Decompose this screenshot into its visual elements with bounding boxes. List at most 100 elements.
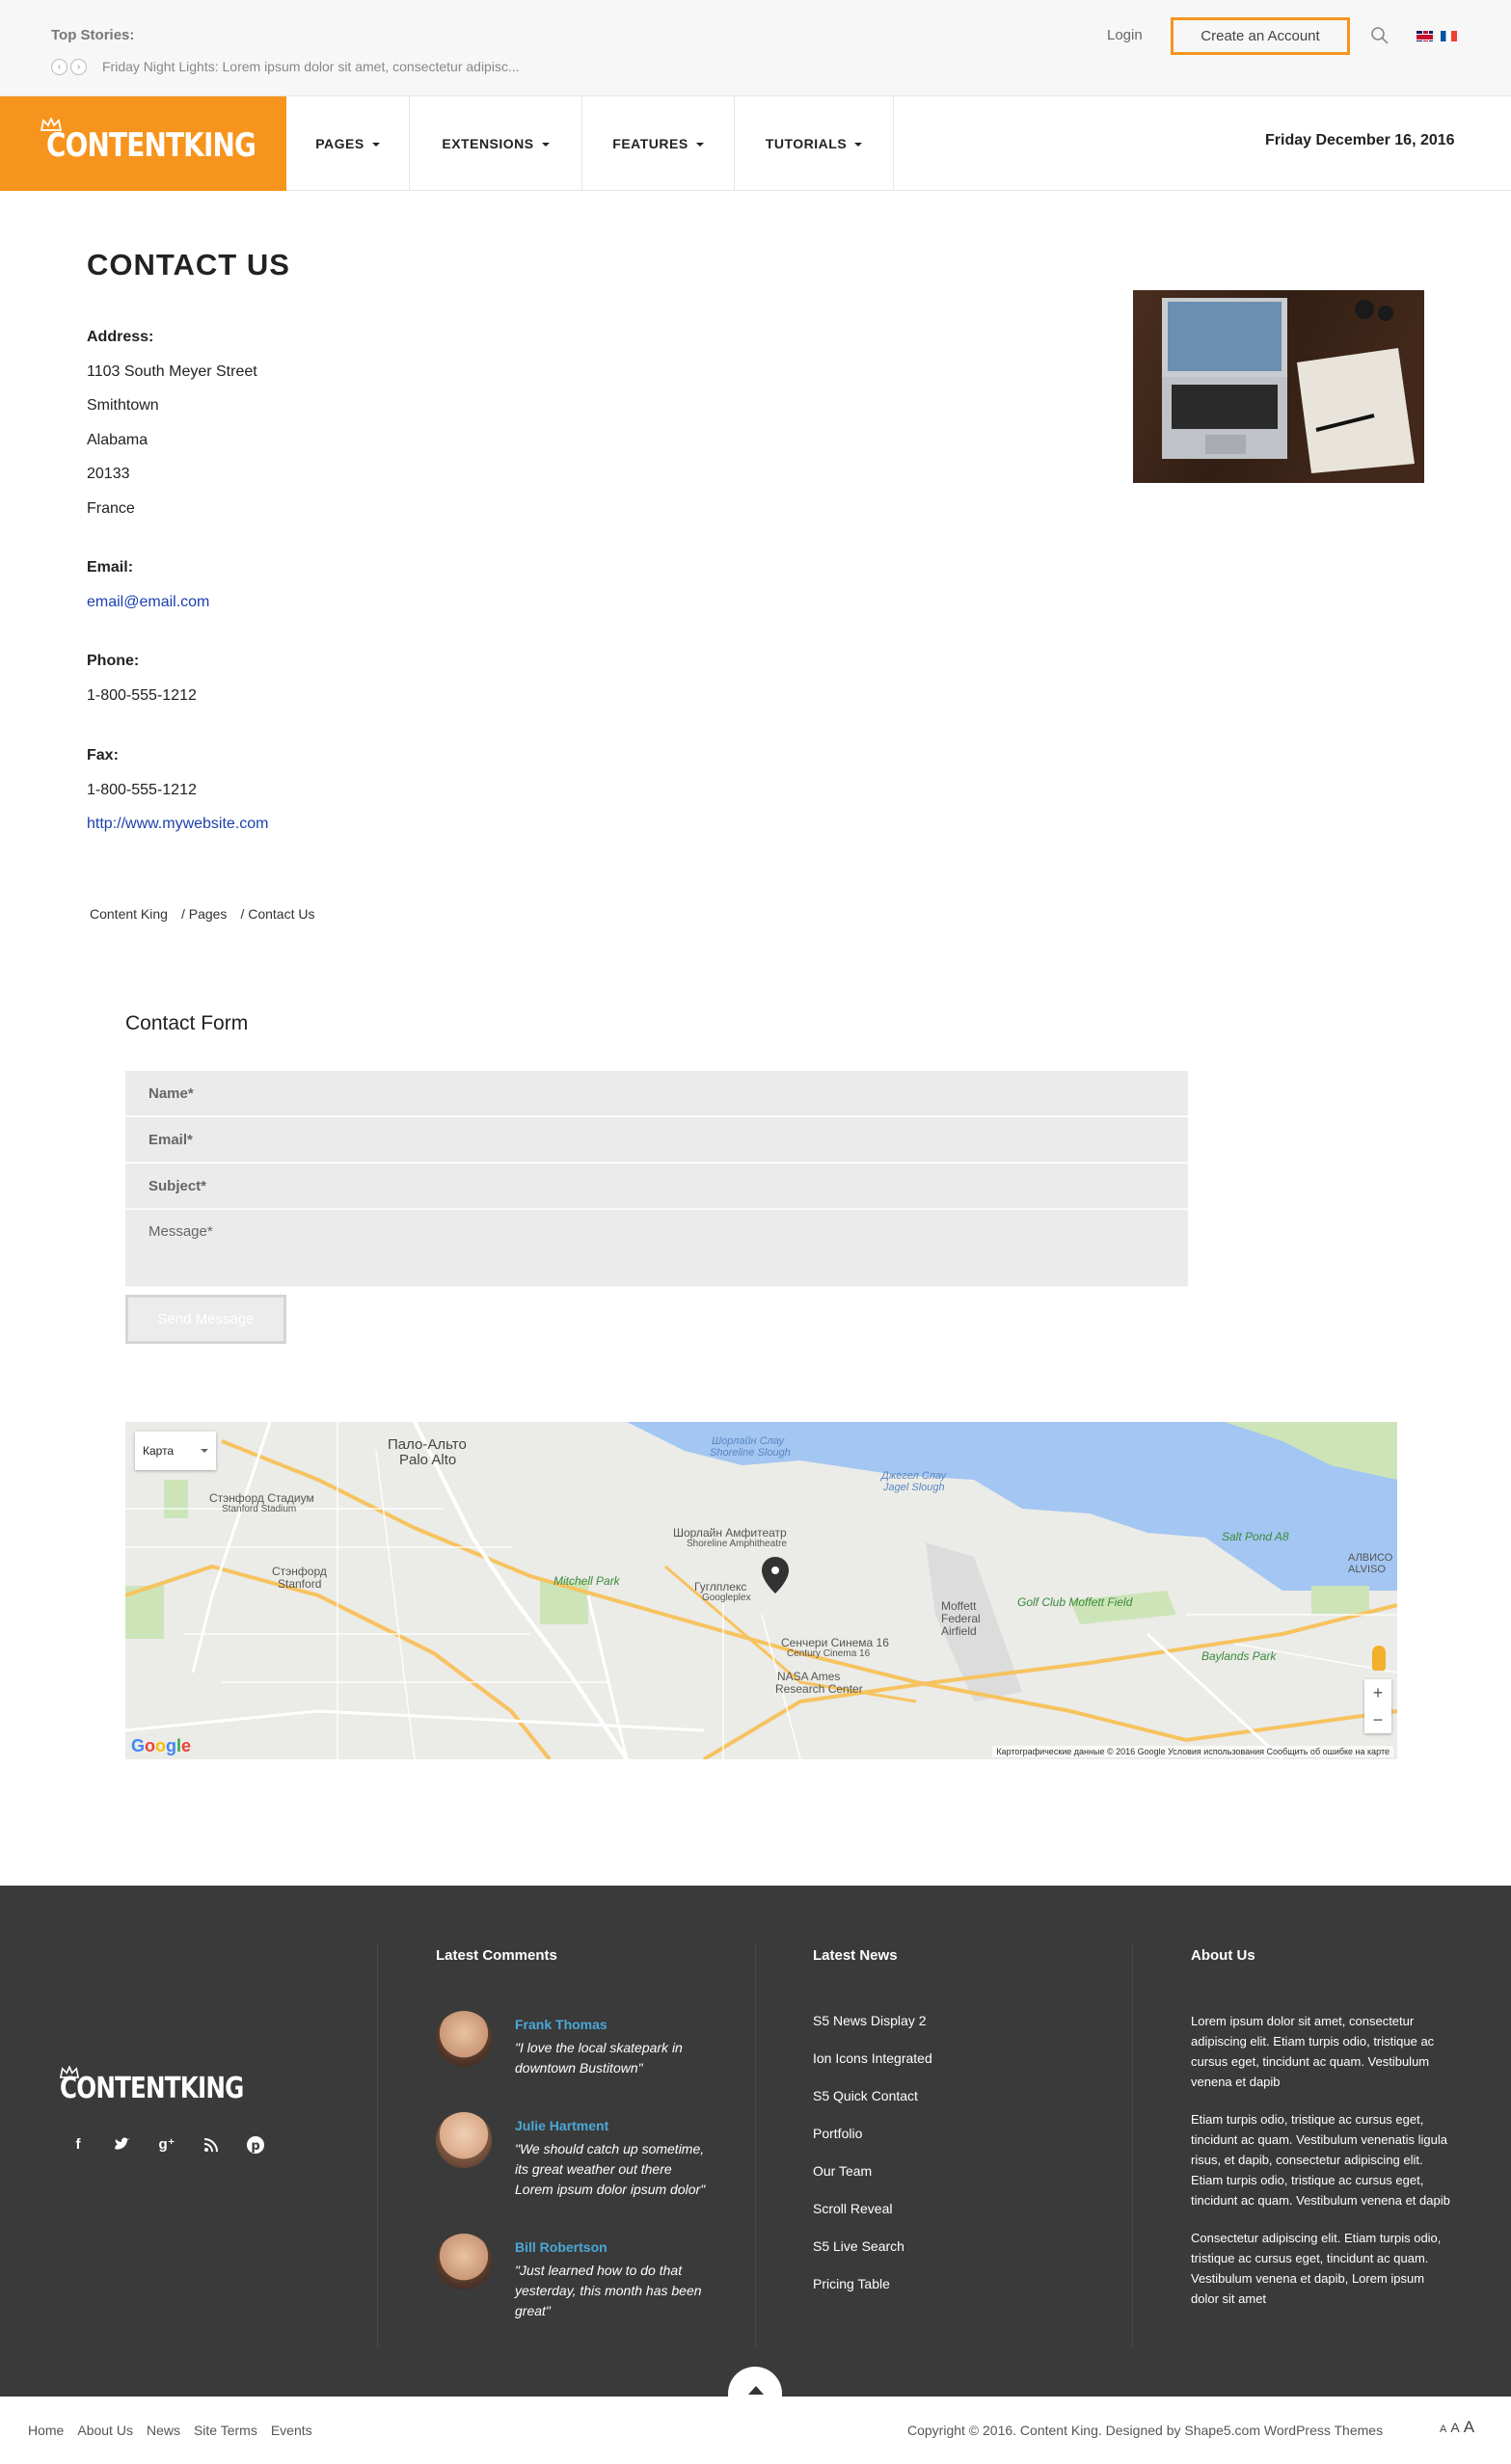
main-nav: CONTENTKING PAGES EXTENSIONS FEATURES TU… — [0, 95, 1511, 191]
news-link[interactable]: Our Team — [813, 2161, 932, 2199]
nav-extensions[interactable]: EXTENSIONS — [410, 96, 582, 191]
map-label-cinema-en: Century Cinema 16 — [787, 1648, 871, 1659]
map-label-palo-alto: Пало-Альто — [388, 1436, 467, 1453]
logo-text: CONTENTKING — [46, 126, 256, 165]
page-title: CONTACT US — [87, 248, 290, 281]
latest-news-heading: Latest News — [813, 1947, 898, 1964]
comment-author[interactable]: Bill Robertson — [515, 2239, 607, 2255]
phone-label: Phone: — [87, 653, 140, 670]
create-account-button[interactable]: Create an Account — [1171, 17, 1350, 55]
map-label-stanford-stadium-en: Stanford Stadium — [222, 1504, 297, 1514]
google-map[interactable]: Карта Пало-Альто Palo Alto Стэнфорд Стад… — [125, 1422, 1397, 1759]
rss-icon[interactable] — [201, 2134, 222, 2156]
map-label-googleplex: Гуглплекс — [694, 1580, 747, 1594]
uk-flag-icon[interactable] — [1417, 31, 1433, 41]
bottom-nav: Home About Us News Site Terms Events — [28, 2423, 312, 2438]
comment-text: "I love the local skatepark in downtown … — [515, 2040, 683, 2076]
phone-value: 1-800-555-1212 — [87, 687, 197, 705]
bottom-link-site-terms[interactable]: Site Terms — [194, 2423, 257, 2438]
ticker-controls: ‹ › — [51, 59, 87, 75]
news-link[interactable]: Scroll Reveal — [813, 2199, 932, 2236]
name-field[interactable]: Name* — [125, 1071, 1188, 1116]
map-canvas[interactable] — [125, 1422, 1397, 1759]
nav-pages[interactable]: PAGES — [286, 96, 410, 191]
comment-author[interactable]: Frank Thomas — [515, 2017, 607, 2032]
footer-logo[interactable]: CONTENTKING — [60, 2072, 244, 2105]
street-view-pegman-icon[interactable] — [1372, 1646, 1386, 1671]
search-icon[interactable] — [1370, 26, 1390, 45]
nav-tutorials-label: TUTORIALS — [765, 136, 848, 151]
font-small-button[interactable]: A — [1440, 2424, 1446, 2435]
caret-down-icon — [371, 143, 380, 147]
news-link[interactable]: Pricing Table — [813, 2274, 932, 2312]
news-link[interactable]: S5 News Display 2 — [813, 2011, 932, 2049]
map-label-moffett-airfield: Airfield — [941, 1624, 977, 1638]
copyright: Copyright © 2016. Content King. Designed… — [907, 2423, 1384, 2438]
bottom-link-events[interactable]: Events — [271, 2423, 312, 2438]
comment-author[interactable]: Julie Hartment — [515, 2118, 608, 2133]
address-street: 1103 South Meyer Street — [87, 363, 257, 380]
send-message-button[interactable]: Send Message — [125, 1295, 286, 1344]
france-flag-icon[interactable] — [1441, 31, 1457, 41]
map-label-alviso: АЛВИСО — [1348, 1552, 1393, 1564]
map-label-shoreline-en: Shoreline Amphitheatre — [687, 1539, 787, 1549]
zoom-in-button[interactable]: + — [1364, 1679, 1391, 1706]
font-large-button[interactable]: A — [1464, 2418, 1474, 2437]
facebook-icon[interactable]: f — [67, 2134, 89, 2156]
nav-tutorials[interactable]: TUTORIALS — [735, 96, 894, 191]
news-link[interactable]: S5 Live Search — [813, 2236, 932, 2274]
map-attribution[interactable]: Картографические данные © 2016 Google Ус… — [992, 1746, 1393, 1757]
logo[interactable]: CONTENTKING — [0, 96, 286, 191]
svg-text:p: p — [251, 2139, 259, 2154]
ticker-prev-icon[interactable]: ‹ — [51, 59, 67, 75]
map-label-stanford: Стэнфорд — [272, 1565, 327, 1578]
map-type-select[interactable]: Карта — [135, 1432, 216, 1470]
current-date: Friday December 16, 2016 — [1265, 132, 1455, 148]
subject-field[interactable]: Subject* — [125, 1164, 1188, 1209]
email-field[interactable]: Email* — [125, 1117, 1188, 1163]
google-plus-icon[interactable]: g⁺ — [156, 2134, 177, 2156]
message-field[interactable]: Message* — [125, 1210, 1188, 1287]
about-paragraph: Consectetur adipiscing elit. Etiam turpi… — [1191, 2231, 1442, 2306]
comment-text: "Just learned how to do that yesterday, … — [515, 2263, 702, 2318]
address-label: Address: — [87, 329, 154, 345]
zoom-out-button[interactable]: − — [1364, 1706, 1391, 1733]
news-link[interactable]: S5 Quick Contact — [813, 2086, 932, 2124]
news-link[interactable]: Ion Icons Integrated — [813, 2049, 932, 2086]
map-label-salt-pond: Salt Pond A8 — [1222, 1530, 1289, 1543]
avatar — [436, 2234, 492, 2290]
website-link[interactable]: http://www.mywebsite.com — [87, 810, 269, 844]
nav-features[interactable]: FEATURES — [582, 96, 735, 191]
pinterest-icon[interactable]: p — [245, 2134, 266, 2156]
font-size-controls: A A A — [1440, 2418, 1474, 2437]
email-link[interactable]: email@email.com — [87, 588, 269, 622]
map-label-shoreline: Шорлайн Амфитеатр — [673, 1526, 787, 1540]
breadcrumb: Content King / Pages / Contact Us — [90, 906, 314, 922]
map-label-shoreline-slough-en: Shoreline Slough — [710, 1447, 791, 1459]
contact-form-title: Contact Form — [125, 1012, 249, 1034]
bottom-link-home[interactable]: Home — [28, 2423, 64, 2438]
map-label-palo-alto-en: Palo Alto — [399, 1452, 457, 1468]
bottom-bar: Home About Us News Site Terms Events Cop… — [0, 2397, 1511, 2464]
breadcrumb-pages[interactable]: / Pages — [181, 906, 227, 922]
footer: CONTENTKING f g⁺ p Latest Comments Lates… — [0, 1886, 1511, 2397]
login-link[interactable]: Login — [1107, 27, 1143, 43]
ticker-headline[interactable]: Friday Night Lights: Lorem ipsum dolor s… — [102, 59, 520, 74]
caret-down-icon — [695, 143, 704, 147]
about-us-text: Lorem ipsum dolor sit amet, consectetur … — [1191, 2011, 1451, 2326]
comment-text: "We should catch up sometime, its great … — [515, 2141, 706, 2197]
contact-details: Address: 1103 South Meyer Street Smithto… — [87, 325, 269, 844]
bottom-link-about[interactable]: About Us — [77, 2423, 133, 2438]
twitter-icon[interactable] — [112, 2134, 133, 2156]
news-link[interactable]: Portfolio — [813, 2124, 932, 2161]
fax-label: Fax: — [87, 746, 119, 763]
ticker-next-icon[interactable]: › — [70, 59, 87, 75]
nav-extensions-label: EXTENSIONS — [442, 136, 534, 151]
map-label-mitchell-park: Mitchell Park — [553, 1574, 620, 1588]
avatar — [436, 2011, 492, 2067]
font-medium-button[interactable]: A — [1450, 2420, 1459, 2435]
bottom-link-news[interactable]: News — [147, 2423, 180, 2438]
breadcrumb-home[interactable]: Content King — [90, 906, 168, 922]
latest-comments-heading: Latest Comments — [436, 1947, 557, 1964]
latest-news-list: S5 News Display 2 Ion Icons Integrated S… — [813, 2011, 932, 2312]
